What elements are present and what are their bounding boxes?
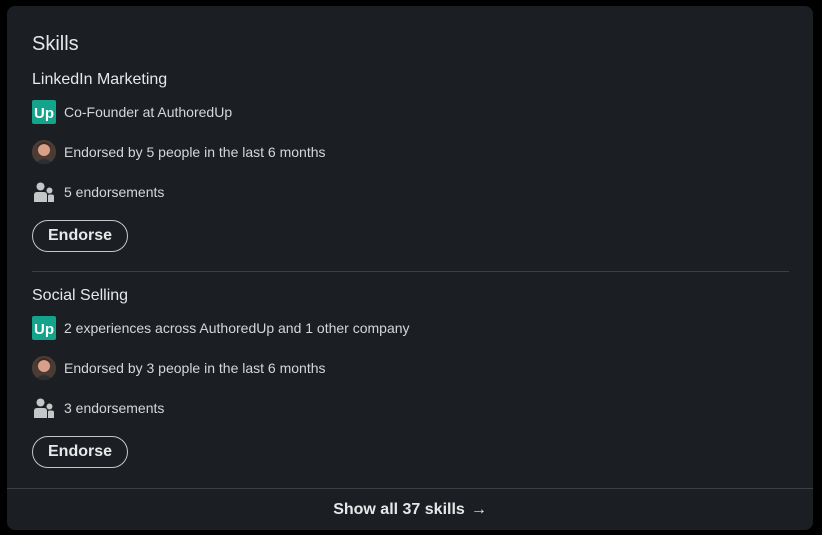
skill-endorsements-count[interactable]: 3 endorsements (64, 400, 164, 416)
skill-endorsements-count[interactable]: 5 endorsements (64, 184, 164, 200)
skill-endorsed-row: Endorsed by 3 people in the last 6 month… (32, 356, 326, 380)
svg-text:Up: Up (34, 321, 54, 338)
skill-experience-text[interactable]: 2 experiences across AuthoredUp and 1 ot… (64, 320, 410, 336)
endorse-button[interactable]: Endorse (32, 220, 129, 252)
authoredup-logo-icon: Up (32, 316, 56, 340)
skill-endorsements-row: 3 endorsements (32, 396, 164, 420)
show-all-skills-link[interactable]: Show all 37 skills → (7, 489, 813, 530)
skills-card: Skills LinkedIn Marketing Up Co-Founder … (7, 6, 813, 530)
skill-name[interactable]: Social Selling (32, 286, 789, 306)
section-title: Skills (32, 33, 79, 55)
skill-endorsed-row: Endorsed by 5 people in the last 6 month… (32, 140, 326, 164)
endorser-avatar (32, 356, 56, 380)
skill-endorsements-row: 5 endorsements (32, 180, 164, 204)
skill-experience-text[interactable]: Co-Founder at AuthoredUp (64, 104, 232, 120)
people-icon (34, 398, 54, 418)
skill-endorsed-text[interactable]: Endorsed by 5 people in the last 6 month… (64, 144, 326, 160)
skill-experience-row: Up 2 experiences across AuthoredUp and 1… (32, 316, 410, 340)
arrow-right-icon: → (470, 500, 487, 518)
endorser-avatar (32, 140, 56, 164)
skill-name[interactable]: LinkedIn Marketing (32, 70, 789, 90)
skill-experience-row: Up Co-Founder at AuthoredUp (32, 100, 232, 124)
skill-item: LinkedIn Marketing Up Co-Founder at Auth… (32, 70, 789, 252)
skill-item: Social Selling Up 2 experiences across A… (32, 286, 789, 468)
skill-divider (32, 271, 789, 272)
show-all-skills-label: Show all 37 skills (333, 500, 465, 518)
endorse-button[interactable]: Endorse (32, 436, 129, 468)
authoredup-logo-icon: Up (32, 100, 56, 124)
svg-text:Up: Up (34, 105, 54, 122)
people-icon (34, 182, 54, 202)
skill-endorsed-text[interactable]: Endorsed by 3 people in the last 6 month… (64, 360, 326, 376)
